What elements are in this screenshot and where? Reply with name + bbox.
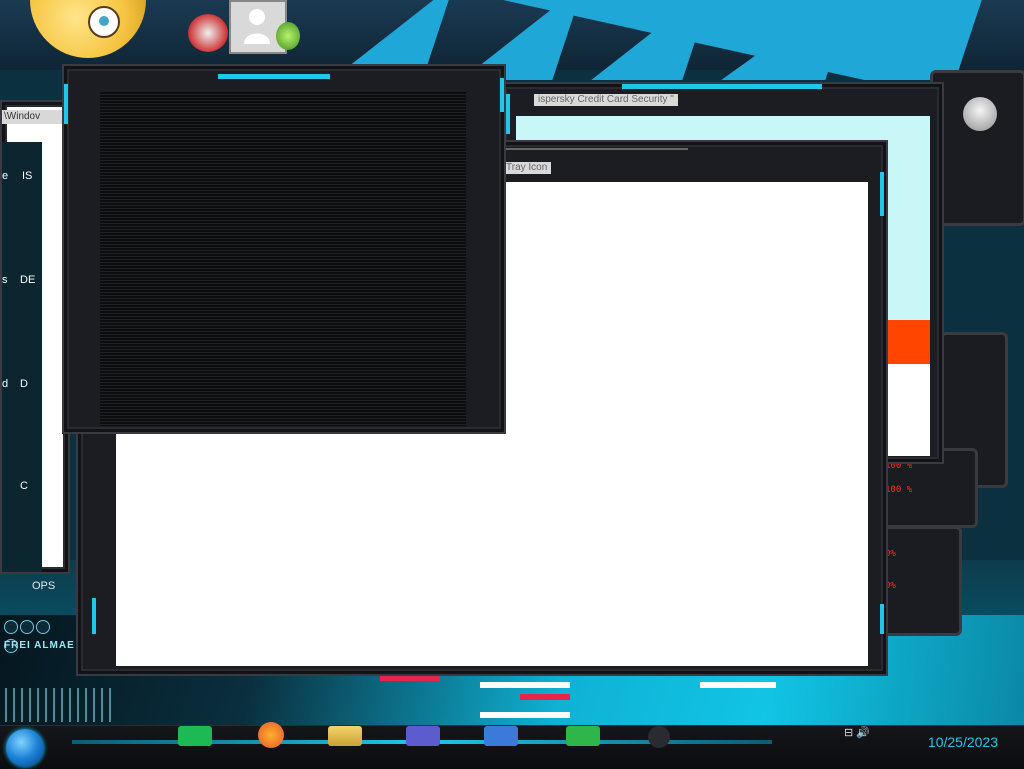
user-silhouette-icon: [244, 9, 270, 44]
dark-overlay-window[interactable]: [62, 64, 506, 434]
start-button[interactable]: [6, 729, 44, 767]
window-accent-bar: [218, 74, 330, 79]
white-panel: [886, 364, 930, 456]
green-app-desktop-icon[interactable]: [276, 22, 300, 50]
water-drop-taskbar-icon[interactable]: [648, 726, 670, 748]
wallpaper-glitch: [520, 694, 570, 700]
desktop-label: DE: [20, 274, 36, 286]
wallpaper-glitch: [480, 712, 570, 718]
window-title: ispersky Credit Card Security ": [534, 94, 678, 106]
cartoon-eye-icon: [88, 6, 120, 38]
window-title: Tray Icon: [502, 162, 552, 174]
desktop-label: e: [2, 170, 9, 182]
frame-accent: [880, 172, 884, 216]
orange-status-bar: [886, 320, 930, 364]
window-accent-bar: [622, 84, 822, 89]
network-icon[interactable]: ⊟: [844, 727, 853, 739]
desktop-label: IS: [22, 170, 33, 182]
volume-icon[interactable]: 🔊: [856, 727, 870, 739]
frame-accent: [500, 78, 504, 112]
system-tray[interactable]: ⊟ 🔊: [844, 726, 904, 740]
wallpaper-qr-pattern: [2, 688, 112, 722]
frame-accent: [92, 598, 96, 634]
monitor-app-taskbar-icon[interactable]: [406, 726, 440, 746]
desktop-label: D: [20, 378, 28, 390]
taskbar: ⊟ 🔊 10/25/2023: [0, 722, 1024, 769]
green-app-taskbar-icon[interactable]: [566, 726, 600, 746]
spotify-taskbar-icon[interactable]: [178, 726, 212, 746]
browser-taskbar-icon[interactable]: [484, 726, 518, 746]
clock-date: 10/25/2023: [927, 734, 998, 750]
wallpaper-glitch: [700, 682, 776, 688]
dark-scanline-pane[interactable]: [100, 92, 466, 426]
gauge-readout: 100 %: [885, 485, 913, 495]
taskbar-clock[interactable]: 10/25/2023: [928, 734, 998, 750]
frame-accent: [506, 94, 510, 134]
wallpaper-glitch: [480, 682, 570, 688]
desktop-label: s: [2, 274, 8, 286]
explorer-sidebar: [2, 142, 42, 572]
wallpaper-social-icons: [4, 620, 66, 653]
santa-desktop-icon[interactable]: [188, 14, 228, 52]
file-explorer-taskbar-icon[interactable]: [328, 726, 362, 746]
desktop-label: d: [2, 378, 9, 390]
alienware-logo-icon: [963, 97, 997, 131]
explorer-window[interactable]: \Windov e IS s DE d D C: [0, 100, 70, 574]
frame-accent: [64, 84, 68, 124]
desktop-label: C: [20, 480, 28, 492]
firefox-taskbar-icon[interactable]: [258, 722, 284, 748]
frame-accent: [880, 604, 884, 634]
desktop: FREI ALMAE \Windov e IS s DE d D C OPS 1…: [0, 0, 1024, 768]
desktop-label-ops[interactable]: OPS: [32, 580, 55, 592]
wallpaper-brand-mark: FREI ALMAE: [4, 640, 75, 651]
explorer-address-bar[interactable]: \Windov: [2, 110, 70, 124]
gauge-panel: [930, 70, 1024, 226]
gauge-panel: 0% 0%: [876, 526, 962, 636]
